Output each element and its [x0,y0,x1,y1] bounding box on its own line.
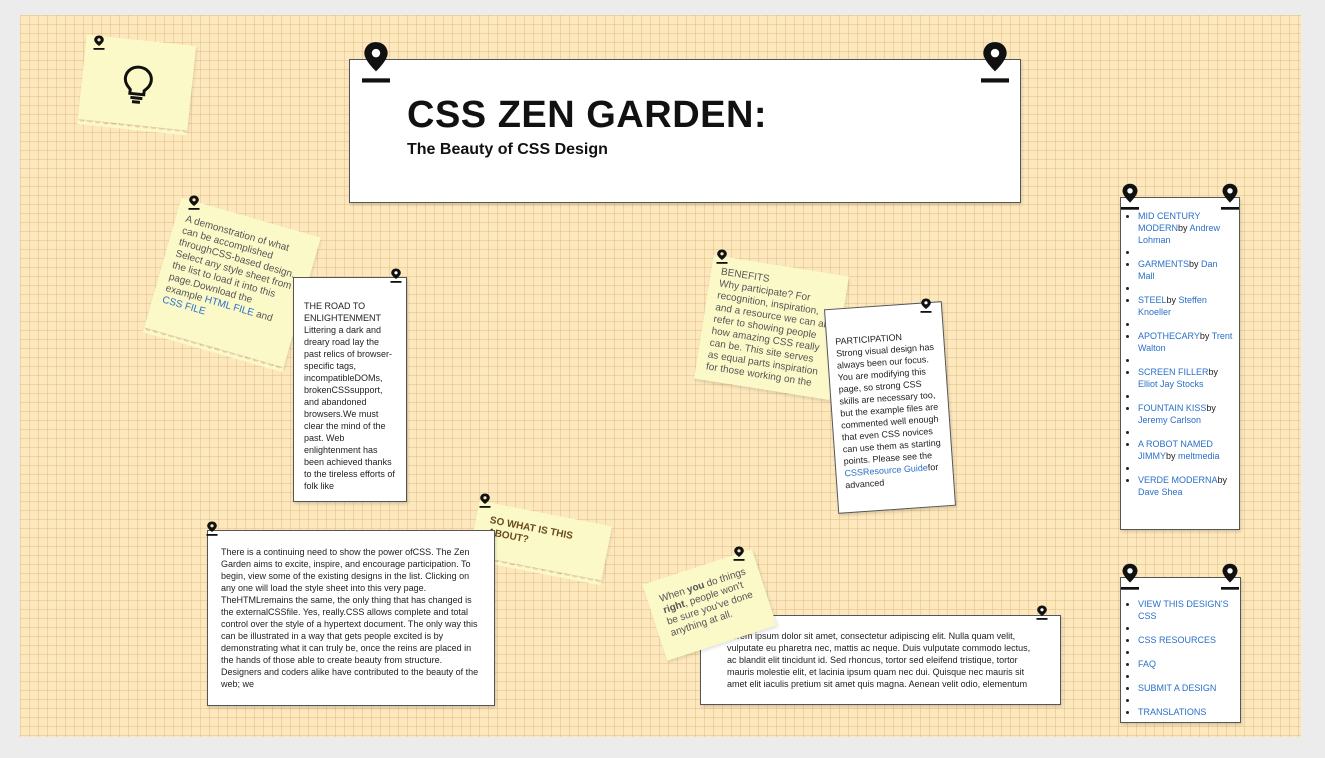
road-heading: THE ROAD TO ENLIGHTENMENT [304,301,382,323]
map-pin-icon [981,41,1009,83]
page-title: CSS ZEN GARDEN: [407,94,768,136]
design-item: MID CENTURY MODERNby Andrew Lohman [1138,210,1235,246]
design-link[interactable]: FOUNTAIN KISS [1138,403,1206,413]
participation-text: Strong visual design has always been our… [836,341,946,492]
design-link[interactable]: APOTHECARY [1138,331,1200,341]
map-pin-icon [188,195,200,210]
list-spacer [1138,670,1236,682]
map-pin-icon [1221,563,1239,590]
map-pin-icon [206,521,218,536]
design-by: by [1166,451,1179,461]
design-link[interactable]: STEEL [1138,295,1167,305]
design-by: by [1199,331,1212,341]
list-spacer [1138,622,1236,634]
list-spacer [1138,426,1235,438]
map-pin-icon [93,35,105,50]
map-pin-icon [1221,183,1239,210]
design-by: by [1208,367,1219,377]
design-by: by [1217,475,1228,485]
list-spacer [1138,390,1235,402]
translations-link[interactable]: TRANSLATIONS [1138,707,1206,717]
design-list: MID CENTURY MODERNby Andrew Lohman GARME… [1127,210,1235,498]
map-pin-icon [1121,563,1139,590]
design-item: A ROBOT NAMED JIMMYby meltmedia [1138,438,1235,462]
map-pin-icon [716,249,728,264]
map-pin-icon [362,41,390,83]
map-pin-icon [1036,605,1048,620]
list-spacer [1138,646,1236,658]
resource-item: VIEW THIS DESIGN'S CSS [1138,598,1236,622]
road-text: Littering a dark and dreary road lay the… [304,325,395,491]
what-heading: SO WHAT IS THIS ABOUT? [486,515,574,546]
design-list-card: MID CENTURY MODERNby Andrew Lohman GARME… [1120,197,1240,530]
road-card: THE ROAD TO ENLIGHTENMENT Littering a da… [293,277,407,502]
design-item: STEELby Steffen Knoeller [1138,294,1235,318]
resources-card: VIEW THIS DESIGN'S CSS CSS RESOURCES FAQ… [1120,577,1241,723]
design-by: by [1189,259,1202,269]
header-card: CSS ZEN GARDEN: The Beauty of CSS Design [349,59,1021,203]
map-pin-icon [390,268,402,283]
design-item: GARMENTSby Dan Mall [1138,258,1235,282]
list-spacer [1138,462,1235,474]
resource-item: FAQ [1138,658,1236,670]
designer-link[interactable]: Dave Shea [1138,487,1183,497]
participation-body: Strong visual design has always been our… [835,341,941,467]
designer-link[interactable]: Jeremy Carlson [1138,415,1201,425]
design-by: by [1166,295,1179,305]
design-link[interactable]: SCREEN FILLER [1138,367,1209,377]
list-spacer [1138,354,1235,366]
lightbulb-icon [123,65,153,104]
map-pin-icon [479,493,491,508]
view-css-link[interactable]: VIEW THIS DESIGN'S CSS [1138,599,1229,621]
design-item: SCREEN FILLERby Elliot Jay Stocks [1138,366,1235,390]
list-spacer [1138,246,1235,258]
design-item: VERDE MODERNAby Dave Shea [1138,474,1235,498]
design-by: by [1178,223,1190,233]
design-item: APOTHECARYby Trent Walton [1138,330,1235,354]
designer-link[interactable]: meltmedia [1178,451,1220,461]
list-spacer [1138,318,1235,330]
map-pin-icon [1121,183,1139,210]
css-resources-link[interactable]: CSS RESOURCES [1138,635,1216,645]
benefits-text: Why participate? For recognition, inspir… [705,278,829,389]
map-pin-icon [920,298,932,313]
about-card: There is a continuing need to show the p… [207,530,495,706]
design-link[interactable]: GARMENTS [1138,259,1189,269]
list-spacer [1138,694,1236,706]
lorem-text: Lorem ipsum dolor sit amet, consectetur … [727,631,1031,689]
resource-item: TRANSLATIONS [1138,706,1236,718]
intro-and: and [252,308,274,325]
resource-item: CSS RESOURCES [1138,634,1236,646]
submit-design-link[interactable]: SUBMIT A DESIGN [1138,683,1216,693]
faq-link[interactable]: FAQ [1138,659,1156,669]
resources-list: VIEW THIS DESIGN'S CSS CSS RESOURCES FAQ… [1127,598,1236,718]
design-item: FOUNTAIN KISSby Jeremy Carlson [1138,402,1235,426]
design-link[interactable]: VERDE MODERNA [1138,475,1218,485]
about-text: There is a continuing need to show the p… [221,547,479,689]
participation-card: PARTICIPATION Strong visual design has a… [823,301,957,514]
resource-item: SUBMIT A DESIGN [1138,682,1236,694]
map-pin-icon [733,546,745,561]
corkboard: CSS ZEN GARDEN: The Beauty of CSS Design… [20,15,1301,737]
designer-link[interactable]: Elliot Jay Stocks [1138,379,1204,389]
design-by: by [1206,403,1216,413]
intro-text: A demonstration of what can be accomplis… [164,213,296,306]
list-spacer [1138,282,1235,294]
page-subtitle: The Beauty of CSS Design [407,141,608,158]
